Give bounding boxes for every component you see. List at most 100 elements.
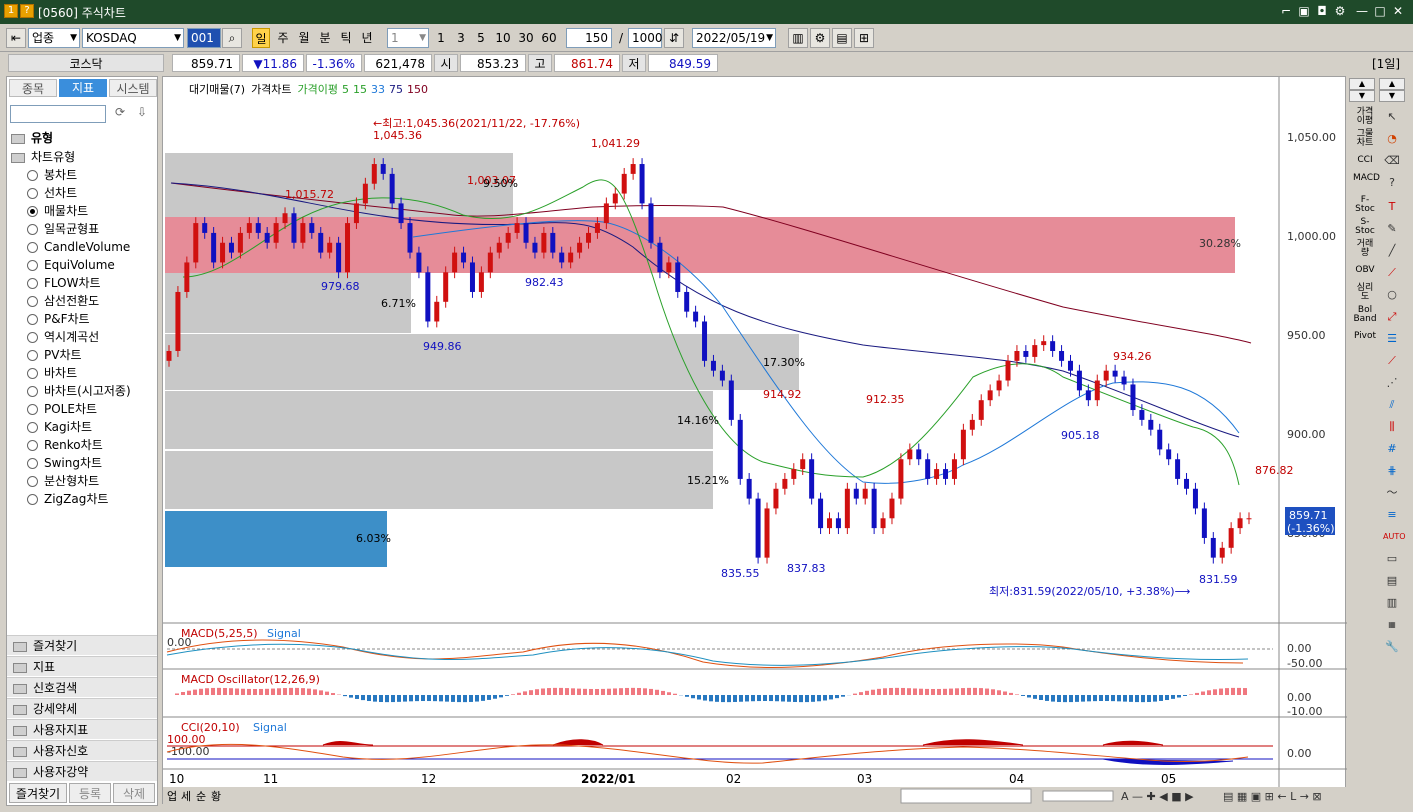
indicator-search-input[interactable] — [10, 105, 106, 123]
gann-tool-icon[interactable]: ⟋ — [1383, 352, 1401, 370]
chart-type-option[interactable]: 삼선전환도 — [27, 292, 99, 310]
count-input[interactable]: 150 — [566, 28, 612, 48]
ray-tool-icon[interactable]: ⟋ — [1383, 264, 1401, 282]
ind-s-stoc[interactable]: S-Stoc — [1353, 218, 1377, 236]
chart-type-option[interactable]: PV차트 — [27, 346, 82, 364]
tab-indicator[interactable]: 지표 — [59, 79, 107, 97]
section-strength[interactable]: 강세약세 — [7, 698, 157, 718]
fan-tool-icon[interactable]: ⋰ — [1383, 374, 1401, 392]
fibonacci-icon[interactable]: ⫼ — [1383, 418, 1401, 436]
save-screen-icon[interactable]: ▣ — [1296, 3, 1312, 19]
refresh-icon[interactable]: ⟳ — [111, 105, 129, 123]
note-tool-icon[interactable]: ▤ — [1383, 572, 1401, 590]
delete-button[interactable]: 삭제 — [113, 783, 155, 803]
horizontal-scrollbar[interactable] — [900, 788, 1032, 804]
bottom-tab[interactable]: 세 — [181, 790, 191, 803]
save-icon[interactable]: ▤ — [832, 28, 852, 48]
chart-svg[interactable]: 대기매물(7) 가격차트 가격이평 5 15 33 75 150 ←최고:1,045.36(2… — [163, 77, 1347, 805]
line-tool-icon[interactable]: ╱ — [1383, 242, 1401, 260]
chart-type-option[interactable]: CandleVolume — [27, 238, 130, 256]
register-button[interactable]: 등록 — [69, 783, 111, 803]
market-select[interactable]: KOSDAQ ▼ — [82, 28, 184, 48]
settings-icon[interactable]: ⚙ — [1332, 3, 1348, 19]
code-input[interactable]: 001 — [187, 28, 221, 48]
ind-f-stoc[interactable]: F-Stoc — [1353, 196, 1377, 214]
gear-icon[interactable]: ⚙ — [810, 28, 830, 48]
scroll-up-icon[interactable]: ▲ — [1379, 78, 1405, 90]
period-month-button[interactable]: 월 — [294, 28, 314, 48]
ind-macd[interactable]: MACD — [1353, 174, 1380, 192]
close-button[interactable]: ✕ — [1390, 3, 1406, 19]
zoom-slider[interactable] — [1042, 790, 1114, 802]
maximize-button[interactable]: □ — [1372, 3, 1388, 19]
interval-5-button[interactable]: 5 — [472, 28, 490, 48]
scroll-controls-icon[interactable]: A — ✚ ◀ ■ ▶ — [1121, 790, 1194, 803]
save-tool-icon[interactable]: ▦ — [1383, 616, 1401, 634]
ind-psychology[interactable]: 심리도 — [1353, 284, 1377, 302]
chart-type-option[interactable]: Renko차트 — [27, 436, 103, 454]
chart-icon[interactable]: ▥ — [788, 28, 808, 48]
section-favorites[interactable]: 즐겨찾기 — [7, 635, 157, 655]
wrench-icon[interactable]: 🔧 — [1383, 638, 1401, 656]
chart-type-option[interactable]: 분산형차트 — [27, 472, 99, 490]
chart-type-option[interactable]: 바차트(시고저종) — [27, 382, 131, 400]
magnet-icon[interactable]: ◔ — [1383, 130, 1401, 148]
tab-stock[interactable]: 종목 — [9, 79, 57, 97]
favorites-button[interactable]: 즐겨찾기 — [9, 783, 67, 803]
ind-obv[interactable]: OBV — [1353, 266, 1377, 276]
ind-volume[interactable]: 거래량 — [1353, 240, 1377, 258]
minimize-button[interactable]: — — [1354, 3, 1370, 19]
interval-30-button[interactable]: 30 — [515, 28, 537, 48]
chart-type-option[interactable]: 바차트 — [27, 364, 77, 382]
spin-icon[interactable]: ⇵ — [664, 28, 684, 48]
chart-type-option[interactable]: POLE차트 — [27, 400, 97, 418]
pattern-tool-icon[interactable]: ⋕ — [1383, 462, 1401, 480]
scroll-up-icon[interactable]: ▲ — [1349, 78, 1375, 90]
chart-type-option[interactable]: 선차트 — [27, 184, 77, 202]
interval-3-button[interactable]: 3 — [452, 28, 470, 48]
wave-tool-icon[interactable]: 〜 — [1383, 484, 1401, 502]
period-minute-button[interactable]: 분 — [315, 28, 335, 48]
bar-chart-icon[interactable]: ▥ — [1383, 594, 1401, 612]
chart-type-option[interactable]: EquiVolume — [27, 256, 115, 274]
interval-1-button[interactable]: 1 — [432, 28, 450, 48]
tree-root[interactable]: 차트유형 — [11, 148, 75, 165]
market-type-select[interactable]: 업종 ▼ — [28, 28, 80, 48]
question-icon[interactable]: ? — [1383, 174, 1401, 192]
text-tool-icon[interactable]: T — [1383, 198, 1401, 216]
chart-type-option[interactable]: FLOW차트 — [27, 274, 101, 292]
section-signal-search[interactable]: 신호검색 — [7, 677, 157, 697]
window-tool-icon[interactable]: ▭ — [1383, 550, 1401, 568]
interval-60-button[interactable]: 60 — [538, 28, 560, 48]
trend-tool-icon[interactable]: ⤢ — [1383, 308, 1401, 326]
period-week-button[interactable]: 주 — [273, 28, 293, 48]
period-year-button[interactable]: 년 — [357, 28, 377, 48]
period-day-button[interactable]: 일 — [252, 28, 270, 48]
bottom-tab[interactable]: 순 — [196, 790, 206, 803]
chart-type-option[interactable]: ZigZag차트 — [27, 490, 108, 508]
help-icon[interactable]: ? — [20, 4, 34, 18]
ind-pivot[interactable]: Pivot — [1353, 332, 1377, 342]
circle-tool-icon[interactable]: ○ — [1383, 286, 1401, 304]
section-user-strength[interactable]: 사용자강약 — [7, 761, 157, 781]
link-icon[interactable]: ⌐ — [1278, 3, 1294, 19]
chart-type-option[interactable]: P&F차트 — [27, 310, 90, 328]
chart-type-option[interactable]: Kagi차트 — [27, 418, 92, 436]
search-icon[interactable]: ⌕ — [222, 28, 242, 48]
scroll-down-icon[interactable]: ▼ — [1379, 90, 1405, 102]
chart-type-option[interactable]: Swing차트 — [27, 454, 102, 472]
grid-tool-icon[interactable]: # — [1383, 440, 1401, 458]
pen-icon[interactable]: ✎ — [1383, 220, 1401, 238]
scroll-down-icon[interactable]: ▼ — [1349, 90, 1375, 102]
section-user-indicator[interactable]: 사용자지표 — [7, 719, 157, 739]
ind-price-ma[interactable]: 가격이평 — [1353, 108, 1377, 126]
bottom-tab[interactable]: 업 — [167, 790, 177, 803]
horizontal-line-icon[interactable]: ☰ — [1383, 330, 1401, 348]
bottom-tab[interactable]: 황 — [211, 790, 221, 803]
chart-type-option[interactable]: 일목균형표 — [27, 220, 99, 238]
channel-tool-icon[interactable]: ⫽ — [1383, 396, 1401, 414]
view-controls-icon[interactable]: ▤ ▦ ▣ ⊞ ← L → ⊠ — [1223, 790, 1322, 803]
section-indicator[interactable]: 지표 — [7, 656, 157, 676]
cursor-icon[interactable]: ↖ — [1383, 108, 1401, 126]
section-user-signal[interactable]: 사용자신호 — [7, 740, 157, 760]
